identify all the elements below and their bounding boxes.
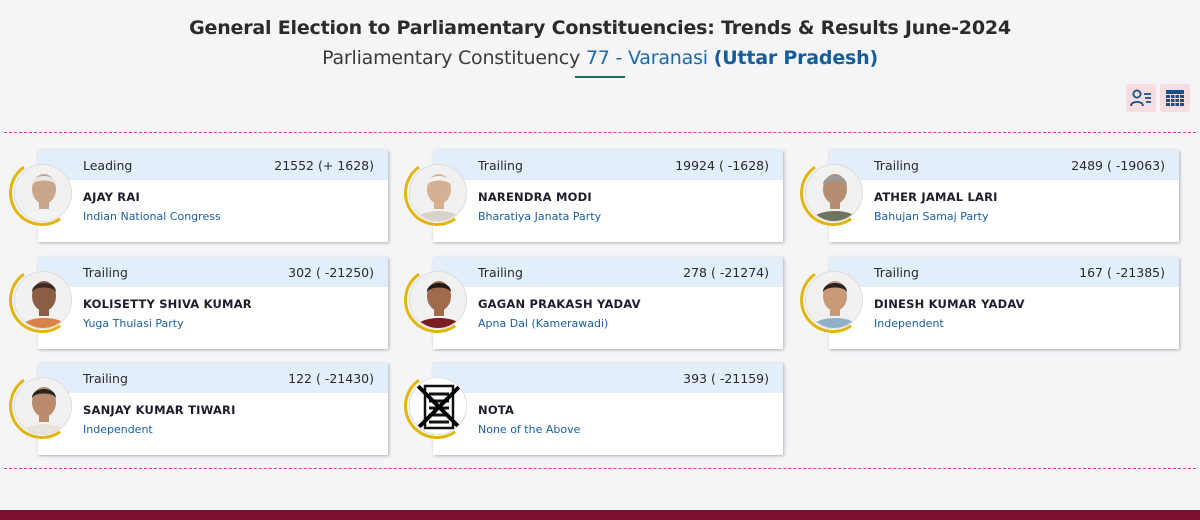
candidate-name: NARENDRA MODI xyxy=(478,190,592,204)
result-status: Trailing xyxy=(83,370,128,386)
party-name: None of the Above xyxy=(478,423,581,436)
avatar xyxy=(3,154,81,232)
card-header: Trailing 167 ( -21385) xyxy=(829,257,1179,287)
vote-count: 19924 ( -1628) xyxy=(675,157,769,173)
table-view-button[interactable] xyxy=(1160,84,1190,112)
candidate-card[interactable]: Trailing 19924 ( -1628) NARENDRA MODI Bhara… xyxy=(398,150,783,242)
subtitle-prefix: Parliamentary Constituency xyxy=(322,47,586,69)
avatar xyxy=(794,154,872,232)
candidate-card[interactable]: Trailing 2489 ( -19063) ATHER JAMAL LARI Ba… xyxy=(794,150,1179,242)
candidate-photo xyxy=(410,165,466,221)
result-status: Trailing xyxy=(874,157,919,173)
page-title: General Election to Parliamentary Consti… xyxy=(189,17,1011,39)
candidate-name: AJAY RAI xyxy=(83,190,140,204)
vote-count: 302 ( -21250) xyxy=(288,264,374,280)
avatar-photo xyxy=(14,164,72,222)
avatar-photo xyxy=(805,271,863,329)
user-list-icon xyxy=(1130,89,1151,107)
card-view-button[interactable] xyxy=(1126,84,1156,112)
candidate-name: DINESH KUMAR YADAV xyxy=(874,297,1025,311)
card-body: DINESH KUMAR YADAV Independent xyxy=(829,287,1179,330)
candidate-photo xyxy=(15,378,71,434)
table-grid-icon xyxy=(1166,90,1184,106)
party-name: Indian National Congress xyxy=(83,210,221,223)
candidate-name: ATHER JAMAL LARI xyxy=(874,190,998,204)
candidate-photo xyxy=(806,272,862,328)
candidate-name: KOLISETTY SHIVA KUMAR xyxy=(83,297,252,311)
candidate-name: SANJAY KUMAR TIWARI xyxy=(83,403,236,417)
candidate-card[interactable]: Leading 21552 (+ 1628) AJAY RAI Indian Nati… xyxy=(3,150,388,242)
candidate-card[interactable]: 393 ( -21159) NOTA None of the Above xyxy=(398,363,783,455)
footer-bar xyxy=(0,510,1200,520)
divider-bottom xyxy=(4,468,1196,469)
candidate-photo xyxy=(15,165,71,221)
avatar-photo xyxy=(409,164,467,222)
divider-top xyxy=(4,132,1196,133)
avatar-photo xyxy=(409,377,467,435)
candidate-card[interactable]: Trailing 167 ( -21385) DINESH KUMAR YADAV I… xyxy=(794,257,1179,349)
candidate-name: GAGAN PRAKASH YADAV xyxy=(478,297,641,311)
avatar xyxy=(3,367,81,445)
card-header: Leading 21552 (+ 1628) xyxy=(38,150,388,180)
party-name: Bharatiya Janata Party xyxy=(478,210,602,223)
avatar-photo xyxy=(14,271,72,329)
title-underline xyxy=(575,76,625,78)
avatar xyxy=(398,154,476,232)
candidate-photo xyxy=(410,272,466,328)
candidate-card[interactable]: Trailing 278 ( -21274) GAGAN PRAKASH YADAV… xyxy=(398,257,783,349)
avatar-photo xyxy=(409,271,467,329)
candidate-photo xyxy=(806,165,862,221)
avatar xyxy=(398,261,476,339)
card-body: NARENDRA MODI Bharatiya Janata Party xyxy=(433,180,783,223)
view-toggle xyxy=(1126,84,1190,112)
result-status: Trailing xyxy=(478,264,523,280)
vote-count: 167 ( -21385) xyxy=(1079,264,1165,280)
result-status: Trailing xyxy=(478,157,523,173)
candidate-card[interactable]: Trailing 122 ( -21430) SANJAY KUMAR TIWARI… xyxy=(3,363,388,455)
card-body: KOLISETTY SHIVA KUMAR Yuga Thulasi Party xyxy=(38,287,388,330)
avatar xyxy=(398,367,476,445)
card-body: GAGAN PRAKASH YADAV Apna Dal (Kamerawadi) xyxy=(433,287,783,330)
avatar xyxy=(3,261,81,339)
candidate-card[interactable]: Trailing 302 ( -21250) KOLISETTY SHIVA KUM… xyxy=(3,257,388,349)
constituency-subtitle: Parliamentary Constituency 77 - Varanasi… xyxy=(0,45,1200,71)
candidate-photo xyxy=(15,272,71,328)
page-header: General Election to Parliamentary Consti… xyxy=(0,0,1200,78)
state-name: (Uttar Pradesh) xyxy=(713,47,878,69)
avatar-photo xyxy=(14,377,72,435)
nota-ballot-icon xyxy=(410,378,466,434)
vote-count: 21552 (+ 1628) xyxy=(274,157,374,173)
party-name: Independent xyxy=(83,423,153,436)
result-status: Trailing xyxy=(83,264,128,280)
card-body: NOTA None of the Above xyxy=(433,393,783,436)
card-body: ATHER JAMAL LARI Bahujan Samaj Party xyxy=(829,180,1179,223)
party-name: Independent xyxy=(874,317,944,330)
party-name: Bahujan Samaj Party xyxy=(874,210,989,223)
vote-count: 278 ( -21274) xyxy=(683,264,769,280)
card-header: 393 ( -21159) xyxy=(433,363,783,393)
card-header: Trailing 302 ( -21250) xyxy=(38,257,388,287)
card-body: AJAY RAI Indian National Congress xyxy=(38,180,388,223)
result-status: Trailing xyxy=(874,264,919,280)
vote-count: 2489 ( -19063) xyxy=(1071,157,1165,173)
constituency-number: 77 - Varanasi xyxy=(585,47,708,69)
card-header: Trailing 2489 ( -19063) xyxy=(829,150,1179,180)
avatar-photo xyxy=(805,164,863,222)
party-name: Apna Dal (Kamerawadi) xyxy=(478,317,609,330)
vote-count: 393 ( -21159) xyxy=(683,370,769,386)
candidate-name: NOTA xyxy=(478,403,515,417)
avatar xyxy=(794,261,872,339)
result-status: Leading xyxy=(83,157,133,173)
card-header: Trailing 278 ( -21274) xyxy=(433,257,783,287)
vote-count: 122 ( -21430) xyxy=(288,370,374,386)
card-body: SANJAY KUMAR TIWARI Independent xyxy=(38,393,388,436)
card-header: Trailing 122 ( -21430) xyxy=(38,363,388,393)
card-header: Trailing 19924 ( -1628) xyxy=(433,150,783,180)
party-name: Yuga Thulasi Party xyxy=(83,317,184,330)
